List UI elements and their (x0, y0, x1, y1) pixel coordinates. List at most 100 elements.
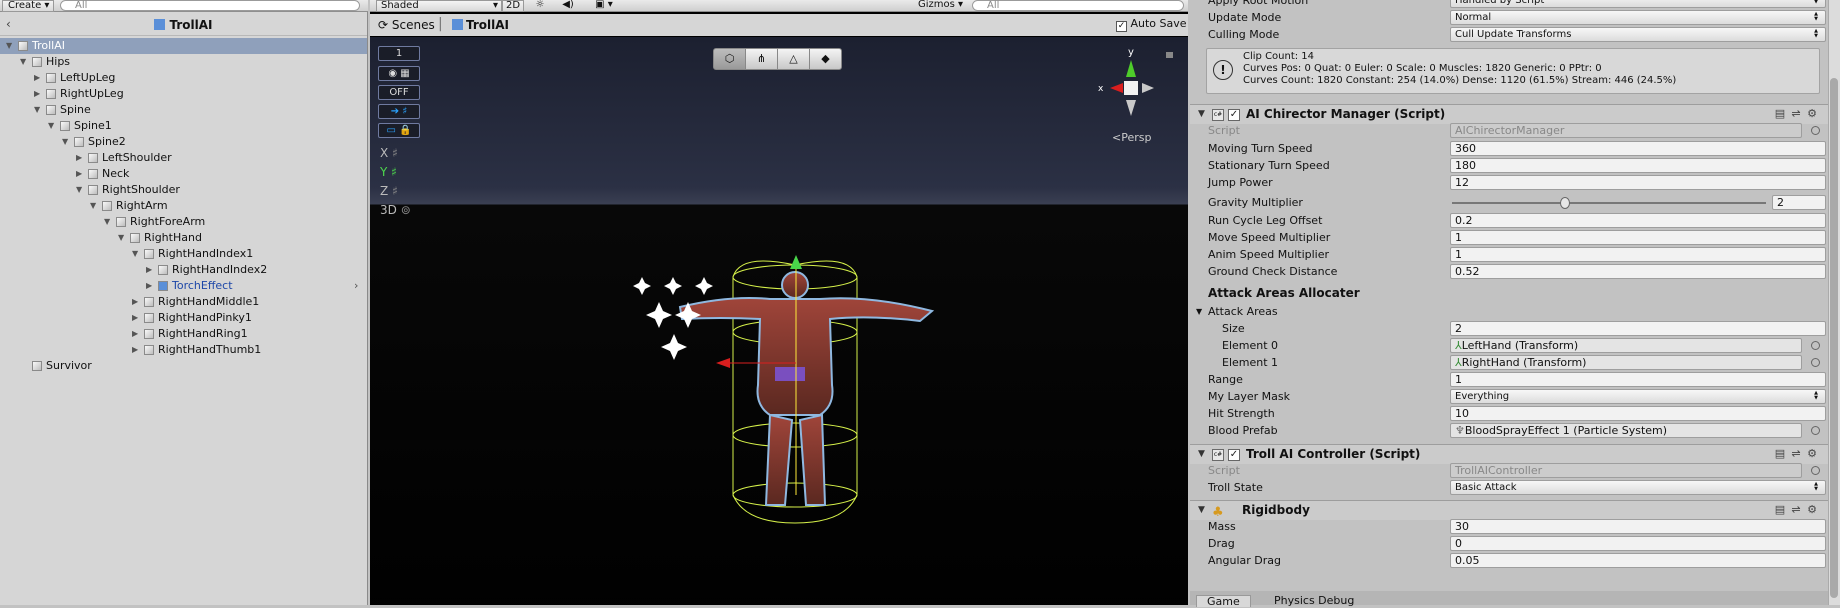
torch-effect-particles[interactable] (625, 275, 715, 365)
collapsed-arrow-icon[interactable]: ▶ (34, 86, 44, 102)
hierarchy-item[interactable]: ▼ Spine (0, 102, 367, 118)
auto-save-toggle[interactable]: ✓ Auto Save (1116, 17, 1187, 32)
scenes-breadcrumb[interactable]: ⟳ Scenes (378, 18, 435, 32)
help-book-icon[interactable]: ▤ (1774, 108, 1786, 120)
hierarchy-item[interactable]: ▼ RightShoulder (0, 182, 367, 198)
preset-icon[interactable]: ⇌ (1790, 108, 1802, 120)
object-picker-icon[interactable] (1811, 341, 1820, 350)
x-axis-snap[interactable]: X ♯ (380, 145, 420, 161)
help-book-icon[interactable]: ▤ (1774, 448, 1786, 460)
hierarchy-item[interactable]: ▶ RightHandMiddle1 (0, 294, 367, 310)
expanded-arrow-icon[interactable]: ▼ (76, 182, 86, 198)
foldout-arrow-icon[interactable]: ▼ (1196, 303, 1202, 321)
size-field[interactable]: 2 (1450, 321, 1826, 336)
preset-icon[interactable]: ⇌ (1790, 448, 1802, 460)
create-button[interactable]: Create ▾ (2, 0, 54, 12)
component-enabled-checkbox[interactable]: ✓ (1228, 449, 1240, 461)
gravity-value-field[interactable]: 2 (1772, 195, 1826, 210)
blood-prefab-field[interactable]: ♆BloodSprayEffect 1 (Particle System) (1450, 423, 1802, 438)
gear-icon[interactable]: ⚙ (1806, 108, 1818, 120)
collapsed-arrow-icon[interactable]: ▶ (132, 342, 142, 358)
hierarchy-item[interactable]: ▶ Neck (0, 166, 367, 182)
gizmo-y-cone[interactable] (1126, 60, 1136, 77)
expanded-arrow-icon[interactable]: ▼ (20, 54, 30, 70)
hierarchy-item[interactable]: ▶ RightHandPinky1 (0, 310, 367, 326)
hierarchy-item[interactable]: ▼ Hips (0, 54, 367, 70)
lighting-toggle-icon[interactable]: ☼ (530, 0, 550, 12)
troll-script-field[interactable]: TrollAIController (1450, 463, 1802, 478)
hierarchy-item[interactable]: ▼ RightHand (0, 230, 367, 246)
field-value-input[interactable]: 0.52 (1450, 264, 1826, 279)
persp-label[interactable]: <Persp (1112, 131, 1151, 144)
object-picker-icon[interactable] (1811, 426, 1820, 435)
collapsed-arrow-icon[interactable]: ▶ (146, 262, 156, 278)
hierarchy-item[interactable]: ▶ LeftUpLeg (0, 70, 367, 86)
hierarchy-item[interactable]: ▼ RightArm (0, 198, 367, 214)
expanded-arrow-icon[interactable]: ▼ (6, 38, 16, 54)
collapsed-arrow-icon[interactable]: ▶ (76, 150, 86, 166)
collapsed-arrow-icon[interactable]: ▶ (146, 278, 156, 294)
field-value-input[interactable]: 0.2 (1450, 213, 1826, 228)
range-field[interactable]: 1 (1450, 372, 1826, 387)
y-axis-snap[interactable]: Y ♯ (380, 164, 420, 180)
element1-field[interactable]: ⅄RightHand (Transform) (1450, 355, 1802, 370)
ai-chirector-manager-header[interactable]: ▼ c# ✓ AI Chirector Manager (Script) ▤ ⇌… (1190, 104, 1828, 124)
rigidbody-header[interactable]: ▼ ♣ Rigidbody ▤ ⇌ ⚙ (1190, 500, 1828, 520)
hierarchy-item[interactable]: ▶ RightHandThumb1 (0, 342, 367, 358)
gizmo-center-cube[interactable] (1124, 81, 1138, 95)
hierarchy-item[interactable]: ▼ RightForeArm (0, 214, 367, 230)
lock-snap-icon[interactable]: ▭ 🔒 (378, 123, 420, 138)
hit-strength-field[interactable]: 10 (1450, 406, 1826, 421)
help-book-icon[interactable]: ▤ (1774, 504, 1786, 516)
off-toggle-button[interactable]: OFF (378, 85, 420, 100)
object-picker-icon[interactable] (1811, 358, 1820, 367)
troll-state-dropdown[interactable]: Basic Attack (1450, 480, 1826, 495)
breadcrumb-trollai[interactable]: TrollAI (452, 18, 509, 32)
gizmo-x-cone[interactable] (1110, 83, 1123, 93)
layer-count-button[interactable]: 1 (378, 46, 420, 61)
apply-root-motion-dropdown[interactable]: Handled by Script (1450, 0, 1826, 8)
expanded-arrow-icon[interactable]: ▼ (90, 198, 100, 214)
z-axis-snap[interactable]: Z ♯ (380, 183, 420, 199)
hierarchy-item[interactable]: ▶ RightHandIndex2 (0, 262, 367, 278)
troll-ai-controller-header[interactable]: ▼ c# ✓ Troll AI Controller (Script) ▤ ⇌ … (1190, 444, 1828, 464)
mass-field[interactable]: 30 (1450, 519, 1826, 534)
vertex-tool-button[interactable]: △ (777, 48, 810, 70)
shading-mode-dropdown[interactable]: Shaded ▾ (376, 0, 502, 12)
update-mode-dropdown[interactable]: Normal (1450, 10, 1826, 25)
collapsed-arrow-icon[interactable]: ▶ (34, 70, 44, 86)
expanded-arrow-icon[interactable]: ▼ (48, 118, 58, 134)
scene-search-input[interactable]: All (972, 0, 1184, 11)
gear-icon[interactable]: ⚙ (1806, 448, 1818, 460)
gizmo-negx-cone[interactable] (1142, 83, 1154, 93)
collapsed-arrow-icon[interactable]: ▶ (132, 326, 142, 342)
expanded-arrow-icon[interactable]: ▼ (34, 102, 44, 118)
hierarchy-item[interactable]: Survivor (0, 358, 367, 374)
drag-field[interactable]: 0 (1450, 536, 1826, 551)
preset-icon[interactable]: ⇌ (1790, 504, 1802, 516)
transform-y-arrow[interactable] (790, 255, 802, 269)
orientation-gizmo[interactable]: y x (1086, 44, 1176, 124)
cube-tool-button[interactable]: ⬡ (713, 48, 746, 70)
expanded-arrow-icon[interactable]: ▼ (104, 214, 114, 230)
culling-mode-dropdown[interactable]: Cull Update Transforms (1450, 27, 1826, 42)
tab-physics-debug[interactable]: Physics Debug (1266, 595, 1362, 607)
hierarchy-item[interactable]: ▼ RightHandIndex1 (0, 246, 367, 262)
gravity-slider-track[interactable] (1452, 202, 1766, 204)
expanded-arrow-icon[interactable]: ▼ (62, 134, 72, 150)
field-value-input[interactable]: 180 (1450, 158, 1826, 173)
field-value-input[interactable]: 1 (1450, 247, 1826, 262)
expanded-arrow-icon[interactable]: ▼ (132, 246, 142, 262)
3d-snap-toggle[interactable]: 3D ⊚ (380, 202, 420, 218)
gizmo-negy-cone[interactable] (1126, 100, 1136, 116)
expanded-arrow-icon[interactable]: ▼ (118, 230, 128, 246)
tab-game[interactable]: Game (1196, 595, 1251, 608)
gizmos-dropdown[interactable]: Gizmos ▾ (918, 0, 968, 12)
angular-drag-field[interactable]: 0.05 (1450, 553, 1826, 568)
hierarchy-item[interactable]: ▼ Spine1 (0, 118, 367, 134)
collapsed-arrow-icon[interactable]: ▶ (76, 166, 86, 182)
hierarchy-item[interactable]: ▼ Spine2 (0, 134, 367, 150)
hierarchy-item[interactable]: ▼ TrollAI (0, 38, 367, 54)
hierarchy-item[interactable]: ▶ LeftShoulder (0, 150, 367, 166)
gizmo-lock-icon[interactable] (1166, 52, 1173, 58)
